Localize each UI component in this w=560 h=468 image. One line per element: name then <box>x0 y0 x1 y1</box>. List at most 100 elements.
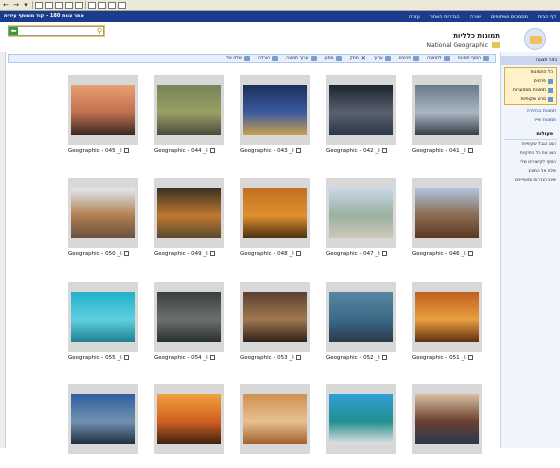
page-scrollbar[interactable] <box>0 22 6 448</box>
thumbnail-image[interactable] <box>71 188 135 238</box>
search-input[interactable]: ⬅ ⚲ <box>8 26 104 36</box>
picture-tile[interactable] <box>154 384 224 468</box>
select-checkbox[interactable] <box>209 148 215 153</box>
view-all-pictures[interactable]: כל התמונות <box>505 68 556 77</box>
select-checkbox[interactable] <box>209 355 215 360</box>
picture-tile[interactable]: Geographic - 055 _l <box>68 282 138 366</box>
thumbnail-image[interactable] <box>329 85 393 135</box>
select-checkbox[interactable] <box>467 148 473 153</box>
stop-icon[interactable]: ▾ <box>22 1 30 9</box>
thumbnail-frame <box>326 75 396 145</box>
home-icon[interactable] <box>45 1 53 9</box>
media-icon[interactable] <box>75 1 83 9</box>
page-subtitle[interactable]: National Geographic <box>427 42 488 49</box>
picture-tile[interactable] <box>326 384 396 468</box>
action-to-picture[interactable]: לתמונה <box>427 56 450 61</box>
print-icon[interactable] <box>108 1 116 9</box>
thumbnail-image[interactable] <box>415 394 479 444</box>
select-checkbox[interactable] <box>295 355 301 360</box>
select-checkbox[interactable] <box>381 355 387 360</box>
picture-tile[interactable]: Geographic - 044 _l <box>154 75 224 159</box>
picture-tile[interactable]: Geographic - 042 _l <box>326 75 396 159</box>
thumbnail-image[interactable] <box>157 394 221 444</box>
sidebar-action-slideshow[interactable]: הצג הגבל שקופיות <box>501 140 560 149</box>
select-checkbox[interactable] <box>209 251 215 256</box>
select-checkbox[interactable] <box>295 148 301 153</box>
thumbnail-image[interactable] <box>71 394 135 444</box>
thumbnail-image[interactable] <box>243 292 307 342</box>
picture-tile[interactable]: Geographic - 052 _l <box>326 282 396 366</box>
back-icon[interactable]: ← <box>2 1 10 9</box>
thumbnail-image[interactable] <box>157 85 221 135</box>
select-checkbox[interactable] <box>123 148 129 153</box>
thumbnail-image[interactable] <box>329 292 393 342</box>
nav-link-site-settings[interactable]: הגדרות האתר <box>430 14 460 20</box>
select-checkbox[interactable] <box>381 148 387 153</box>
sidebar-action-send-presenter[interactable]: שלח אל המציג <box>501 167 560 176</box>
forward-icon[interactable]: → <box>12 1 20 9</box>
view-details[interactable]: פרטים <box>505 77 556 86</box>
nav-link-home[interactable]: דף הבית <box>538 14 556 20</box>
thumbnail-image[interactable] <box>157 188 221 238</box>
edit-icon[interactable] <box>118 1 126 9</box>
select-checkbox[interactable] <box>467 251 473 256</box>
thumbnail-image[interactable] <box>415 188 479 238</box>
thumbnail-image[interactable] <box>329 188 393 238</box>
site-title[interactable]: אתר צוות 180 - קוד משותף עידית <box>4 13 84 19</box>
action-delete[interactable]: מחק ✕ <box>350 55 366 62</box>
action-send-to[interactable]: שלח אל <box>226 56 251 61</box>
action-details[interactable]: פרטים <box>399 56 420 61</box>
history-icon[interactable] <box>88 1 96 9</box>
picture-tile[interactable]: Geographic - 051 _l <box>412 282 482 366</box>
action-edit[interactable]: ערוך <box>374 56 391 61</box>
picture-tile[interactable]: Geographic - 045 _l <box>68 75 138 159</box>
thumbnail-image[interactable] <box>415 85 479 135</box>
picture-tile[interactable] <box>240 384 310 468</box>
select-checkbox[interactable] <box>123 355 129 360</box>
refresh-icon[interactable] <box>35 1 43 9</box>
thumbnail-image[interactable] <box>71 292 135 342</box>
action-filter[interactable]: מסנן <box>325 56 342 61</box>
view-filmstrip[interactable]: סרט שקופיות <box>505 95 556 104</box>
nav-link-help[interactable]: עזרה <box>409 14 420 20</box>
thumbnail-image[interactable] <box>157 292 221 342</box>
sidebar-action-settings[interactable]: שינוי הגדרות ומאפיינים <box>501 176 560 185</box>
thumbnail-image[interactable] <box>243 394 307 444</box>
nav-link-create[interactable]: יצירה <box>470 14 481 20</box>
thumbnail-image[interactable] <box>243 188 307 238</box>
picture-tile[interactable] <box>412 384 482 468</box>
action-edit-picture[interactable]: ערוך תמונה <box>286 56 317 61</box>
picture-tile[interactable]: Geographic - 041 _l <box>412 75 482 159</box>
search-icon[interactable] <box>55 1 63 9</box>
mail-icon[interactable] <box>98 1 106 9</box>
picture-tile[interactable]: Geographic - 046 _l <box>412 178 482 262</box>
picture-caption-text: Geographic - 050 _l <box>68 251 122 257</box>
select-checkbox[interactable] <box>467 355 473 360</box>
action-download[interactable]: הורדה <box>258 56 279 61</box>
picture-tile[interactable]: Geographic - 048 _l <box>240 178 310 262</box>
picture-tile[interactable]: Geographic - 054 _l <box>154 282 224 366</box>
select-checkbox[interactable] <box>123 251 129 256</box>
picture-tile[interactable]: Geographic - 053 _l <box>240 282 310 366</box>
thumbnail-image[interactable] <box>243 85 307 135</box>
thumbnail-image[interactable] <box>71 85 135 135</box>
select-checkbox[interactable] <box>295 251 301 256</box>
action-add-picture[interactable]: הוסף תמונה <box>458 56 489 61</box>
picture-tile[interactable] <box>68 384 138 468</box>
thumbnail-image[interactable] <box>415 292 479 342</box>
picture-tile[interactable]: Geographic - 043 _l <box>240 75 310 159</box>
picture-tile[interactable]: Geographic - 047 _l <box>326 178 396 262</box>
sidebar-action-all-folders[interactable]: הצג את כל התיקיות <box>501 149 560 158</box>
sidebar-link-selected[interactable]: תמונות בבחירה <box>501 107 560 116</box>
favorites-icon[interactable] <box>65 1 73 9</box>
search-icon[interactable]: ⚲ <box>97 27 102 35</box>
select-checkbox[interactable] <box>381 251 387 256</box>
sidebar-action-add-link[interactable]: הוסף לקישורים שלי <box>501 158 560 167</box>
sidebar-link-shared[interactable]: תמונות שייר <box>501 116 560 125</box>
view-thumbnails[interactable]: תמונות ממוזערות <box>505 86 556 95</box>
go-arrow-icon[interactable]: ⬅ <box>9 27 18 35</box>
picture-tile[interactable]: Geographic - 049 _l <box>154 178 224 262</box>
thumbnail-image[interactable] <box>329 394 393 444</box>
picture-tile[interactable]: Geographic - 050 _l <box>68 178 138 262</box>
nav-link-documents[interactable]: מסמכים ושיתופים <box>491 14 528 20</box>
